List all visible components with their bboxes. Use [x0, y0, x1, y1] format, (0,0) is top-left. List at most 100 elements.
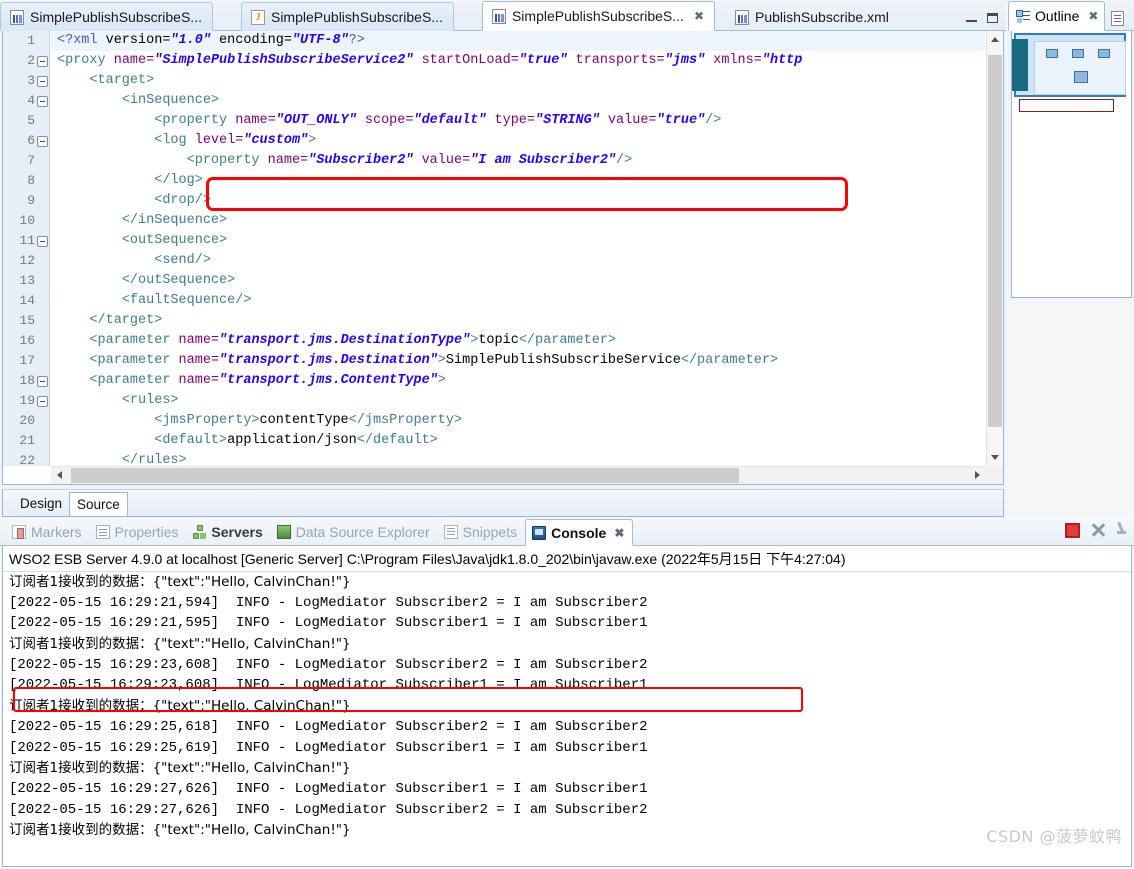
code-line: <send/>	[51, 251, 985, 271]
fold-toggle-icon[interactable]	[37, 236, 48, 247]
code-token: "1.0"	[170, 33, 211, 48]
tab-data-source-explorer[interactable]: Data Source Explorer	[271, 519, 438, 545]
outline-thumbnail-canvas[interactable]	[1011, 31, 1132, 298]
stop-icon[interactable]	[1065, 522, 1080, 538]
tab-properties[interactable]: Properties	[90, 519, 187, 545]
console-log-line: [2022-05-15 16:29:23,608] INFO - LogMedi…	[9, 656, 648, 673]
fold-toggle-icon[interactable]	[37, 56, 48, 67]
line-number: 7	[27, 153, 35, 168]
fold-toggle-icon[interactable]	[37, 96, 48, 107]
code-token: <?xml	[57, 33, 106, 48]
console-output[interactable]: WSO2 ESB Server 4.9.0 at localhost [Gene…	[2, 546, 1132, 867]
fold-toggle-icon[interactable]	[37, 136, 48, 147]
line-number: 1	[27, 33, 35, 48]
code-token: </outSequence>	[57, 273, 236, 288]
editor-horizontal-scrollbar[interactable]	[51, 466, 986, 484]
vertical-scroll-thumb[interactable]	[988, 55, 1002, 427]
outline-icon	[1016, 9, 1030, 23]
editor-tab-1[interactable]: SimplePublishSubscribeS...	[240, 2, 454, 31]
maximize-icon[interactable]	[987, 13, 998, 23]
minimize-icon[interactable]	[966, 13, 977, 22]
code-token: "SimplePublishSubscribeService2"	[154, 53, 414, 68]
console-log-lines: 订阅者1接收到的数据：{"text":"Hello, CalvinChan!"}…	[3, 572, 1131, 841]
fold-toggle-icon[interactable]	[37, 376, 48, 387]
code-token: </log>	[57, 173, 203, 188]
code-token: "default"	[413, 113, 487, 128]
code-token: <jmsProperty>	[57, 413, 260, 428]
horizontal-scroll-thumb[interactable]	[71, 468, 739, 483]
tab-markers[interactable]: Markers	[6, 519, 90, 545]
close-icon[interactable]: ✖	[694, 10, 704, 22]
properties-icon	[95, 525, 110, 539]
line-number: 5	[27, 113, 35, 128]
console-log-line: 订阅者1接收到的数据：{"text":"Hello, CalvinChan!"}	[9, 760, 351, 777]
code-line: <outSequence>	[51, 231, 985, 251]
console-log-line: 订阅者1接收到的数据：{"text":"Hello, CalvinChan!"}	[9, 574, 351, 590]
source-editor[interactable]: 1 2 3 4 5 6 7 8 9 10 11 12 13 14 15 16 17 18 19 20 21 22 <?xm…	[2, 31, 1004, 485]
pin-icon[interactable]	[1116, 522, 1130, 538]
fold-toggle-icon[interactable]	[37, 76, 48, 87]
code-token: "jms"	[664, 53, 706, 68]
editor-tab-bar: SimplePublishSubscribeS... SimplePublish…	[0, 0, 1006, 31]
editor-tab-label: PublishSubscribe.xml	[755, 9, 889, 25]
scroll-left-icon[interactable]	[51, 467, 68, 484]
outline-viewport-selection[interactable]	[1014, 33, 1126, 97]
editor-tab-0[interactable]: SimplePublishSubscribeS...	[0, 2, 213, 31]
scrollbar-corner	[986, 466, 1003, 484]
close-x-icon[interactable]	[1090, 522, 1106, 538]
fold-toggle-icon[interactable]	[37, 396, 48, 407]
mini-node-2	[1072, 49, 1084, 58]
code-token: <drop/>	[57, 193, 211, 208]
data-source-explorer-icon	[276, 525, 291, 539]
console-log-line: [2022-05-15 16:29:25,618] INFO - LogMedi…	[9, 718, 648, 735]
code-token: name=	[178, 333, 220, 348]
code-token: </jmsProperty>	[348, 413, 463, 428]
code-token: "transport.jms.ContentType"	[219, 373, 438, 388]
code-token: "I am Subscriber2"	[470, 153, 617, 168]
code-token: </inSequence>	[57, 213, 228, 228]
console-log-line: [2022-05-15 16:29:27,626] INFO - LogMedi…	[9, 801, 648, 818]
console-launch-header: WSO2 ESB Server 4.9.0 at localhost [Gene…	[3, 546, 1131, 572]
code-token: <parameter	[57, 353, 179, 368]
close-icon[interactable]: ✖	[1088, 10, 1098, 22]
code-token: level=	[194, 133, 244, 148]
editor-vertical-scrollbar[interactable]	[986, 31, 1003, 466]
code-token: "STRING"	[535, 113, 600, 128]
tab-source[interactable]: Source	[69, 492, 128, 516]
scroll-up-icon[interactable]	[987, 31, 1003, 48]
line-number: 3	[3, 71, 49, 91]
tab-outline[interactable]: Outline ✖	[1008, 1, 1106, 31]
line-number: 16	[19, 333, 35, 348]
tab-snippets[interactable]: Snippets	[438, 519, 525, 545]
tab-servers[interactable]: Servers	[186, 519, 270, 545]
xml-file-icon	[735, 9, 750, 25]
code-token: >	[308, 133, 317, 148]
tab-design[interactable]: Design	[13, 490, 69, 516]
code-token: <property	[57, 153, 268, 168]
line-number: 22	[19, 453, 35, 468]
line-number: 2	[3, 51, 49, 71]
line-number: 9	[27, 193, 35, 208]
code-token: "Subscriber2"	[308, 153, 414, 168]
console-tab-bar: Markers Properties Servers Data Source E…	[0, 518, 1134, 546]
code-token: value=	[413, 153, 471, 168]
editor-tab-3[interactable]: PublishSubscribe.xml	[725, 2, 900, 31]
editor-tab-label: SimplePublishSubscribeS...	[511, 8, 684, 24]
scroll-down-icon[interactable]	[987, 449, 1003, 466]
scroll-right-icon[interactable]	[969, 467, 986, 484]
line-number: 18	[3, 371, 49, 391]
mini-node-1	[1046, 49, 1058, 58]
view-menu-icon[interactable]	[1111, 11, 1125, 26]
code-token: <outSequence>	[57, 233, 228, 248]
code-token: SimplePublishSubscribeService	[445, 353, 681, 368]
tab-console[interactable]: Console ✖	[525, 519, 634, 546]
close-icon[interactable]: ✖	[614, 526, 624, 540]
line-number: 19	[3, 391, 49, 411]
code-text-area[interactable]: <?xml version="1.0" encoding="UTF-8"?> <p…	[51, 31, 985, 466]
code-line: <target>	[51, 71, 985, 91]
line-number-gutter: 1 2 3 4 5 6 7 8 9 10 11 12 13 14 15 16 17 18 19 20 21 22	[3, 31, 50, 468]
code-token: <property	[57, 113, 236, 128]
code-line: <log level="custom">	[51, 131, 985, 151]
editor-tab-2-active[interactable]: SimplePublishSubscribeS... ✖	[481, 1, 716, 31]
code-line: </outSequence>	[51, 271, 985, 291]
